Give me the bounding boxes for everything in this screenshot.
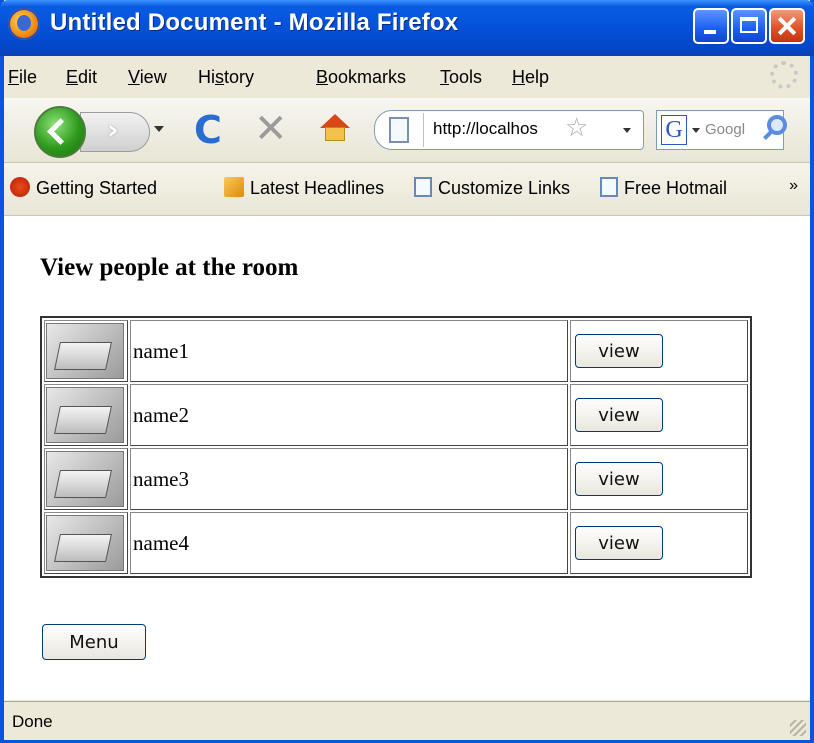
table-row: name1 view — [44, 320, 748, 382]
view-button[interactable]: view — [575, 398, 663, 432]
view-button[interactable]: view — [575, 334, 663, 368]
menu-file[interactable]: File — [8, 67, 37, 88]
bookmark-latest-headlines[interactable]: Latest Headlines — [224, 177, 384, 199]
person-photo-icon — [46, 515, 124, 571]
maximize-button[interactable] — [731, 8, 767, 44]
photo-cell — [44, 512, 128, 574]
person-photo-icon — [46, 323, 124, 379]
window-title: Untitled Document - Mozilla Firefox — [50, 9, 459, 36]
page-icon — [389, 117, 409, 143]
action-cell: view — [570, 384, 748, 446]
menu-edit[interactable]: Edit — [66, 67, 97, 88]
google-search-engine-icon[interactable]: G — [661, 115, 687, 145]
url-text[interactable]: http://localhos — [433, 119, 538, 139]
url-bar[interactable]: http://localhos ☆ — [374, 110, 644, 150]
reload-icon[interactable]: C — [194, 108, 222, 152]
page-icon — [600, 177, 618, 197]
menu-bookmarks[interactable]: Bookmarks — [316, 67, 406, 88]
back-button[interactable] — [34, 106, 86, 158]
person-photo-icon — [46, 451, 124, 507]
title-bar: Untitled Document - Mozilla Firefox — [0, 0, 814, 56]
page-icon — [414, 177, 432, 197]
search-input[interactable]: Googl — [705, 121, 745, 138]
table-row: name3 view — [44, 448, 748, 510]
close-button[interactable] — [769, 8, 805, 44]
status-bar: Done — [4, 701, 810, 740]
table-row: name2 view — [44, 384, 748, 446]
bookmarks-overflow-chevron[interactable]: » — [789, 177, 798, 195]
stop-icon[interactable]: ✕ — [254, 106, 288, 152]
forward-button[interactable] — [80, 112, 150, 152]
menu-view[interactable]: View — [128, 67, 167, 88]
people-table: name1 view name2 view name3 view name4 v… — [40, 316, 752, 578]
resize-grip-icon[interactable] — [790, 720, 806, 736]
page-title: View people at the room — [40, 254, 299, 281]
photo-cell — [44, 448, 128, 510]
photo-cell — [44, 320, 128, 382]
rss-feed-icon — [224, 177, 244, 197]
url-separator — [423, 113, 424, 147]
firefox-icon — [10, 177, 30, 197]
page-content: View people at the room name1 view name2… — [4, 216, 810, 700]
bookmark-star-icon[interactable]: ☆ — [565, 113, 588, 143]
menu-help[interactable]: Help — [512, 67, 549, 88]
menu-tools[interactable]: Tools — [440, 67, 482, 88]
person-name: name2 — [130, 384, 568, 446]
person-name: name3 — [130, 448, 568, 510]
person-name: name4 — [130, 512, 568, 574]
navigation-toolbar: C ✕ http://localhos ☆ G Googl — [4, 98, 810, 163]
home-icon[interactable] — [320, 114, 350, 141]
menu-button[interactable]: Menu — [42, 624, 146, 660]
bookmark-getting-started[interactable]: Getting Started — [10, 177, 157, 199]
bookmark-free-hotmail[interactable]: Free Hotmail — [600, 177, 727, 199]
action-cell: view — [570, 448, 748, 510]
action-cell: view — [570, 512, 748, 574]
search-engine-dropdown-icon[interactable] — [692, 128, 700, 133]
menu-history[interactable]: History — [198, 67, 254, 88]
history-dropdown-icon[interactable] — [154, 126, 164, 132]
bookmark-customize-links[interactable]: Customize Links — [414, 177, 570, 199]
browser-window: Untitled Document - Mozilla Firefox File… — [0, 0, 814, 743]
person-photo-icon — [46, 387, 124, 443]
action-cell: view — [570, 320, 748, 382]
bookmarks-toolbar: Getting Started Latest Headlines Customi… — [4, 163, 810, 216]
status-text: Done — [12, 712, 53, 731]
view-button[interactable]: view — [575, 526, 663, 560]
menu-bar: File Edit View History Bookmarks Tools H… — [4, 56, 810, 99]
search-icon[interactable] — [767, 115, 787, 135]
person-name: name1 — [130, 320, 568, 382]
url-dropdown-icon[interactable] — [623, 128, 631, 133]
search-bar[interactable]: G Googl — [656, 110, 787, 150]
view-button[interactable]: view — [575, 462, 663, 496]
minimize-button[interactable] — [693, 8, 729, 44]
firefox-logo-icon — [8, 8, 40, 40]
photo-cell — [44, 384, 128, 446]
activity-throbber-icon — [770, 61, 798, 89]
table-row: name4 view — [44, 512, 748, 574]
